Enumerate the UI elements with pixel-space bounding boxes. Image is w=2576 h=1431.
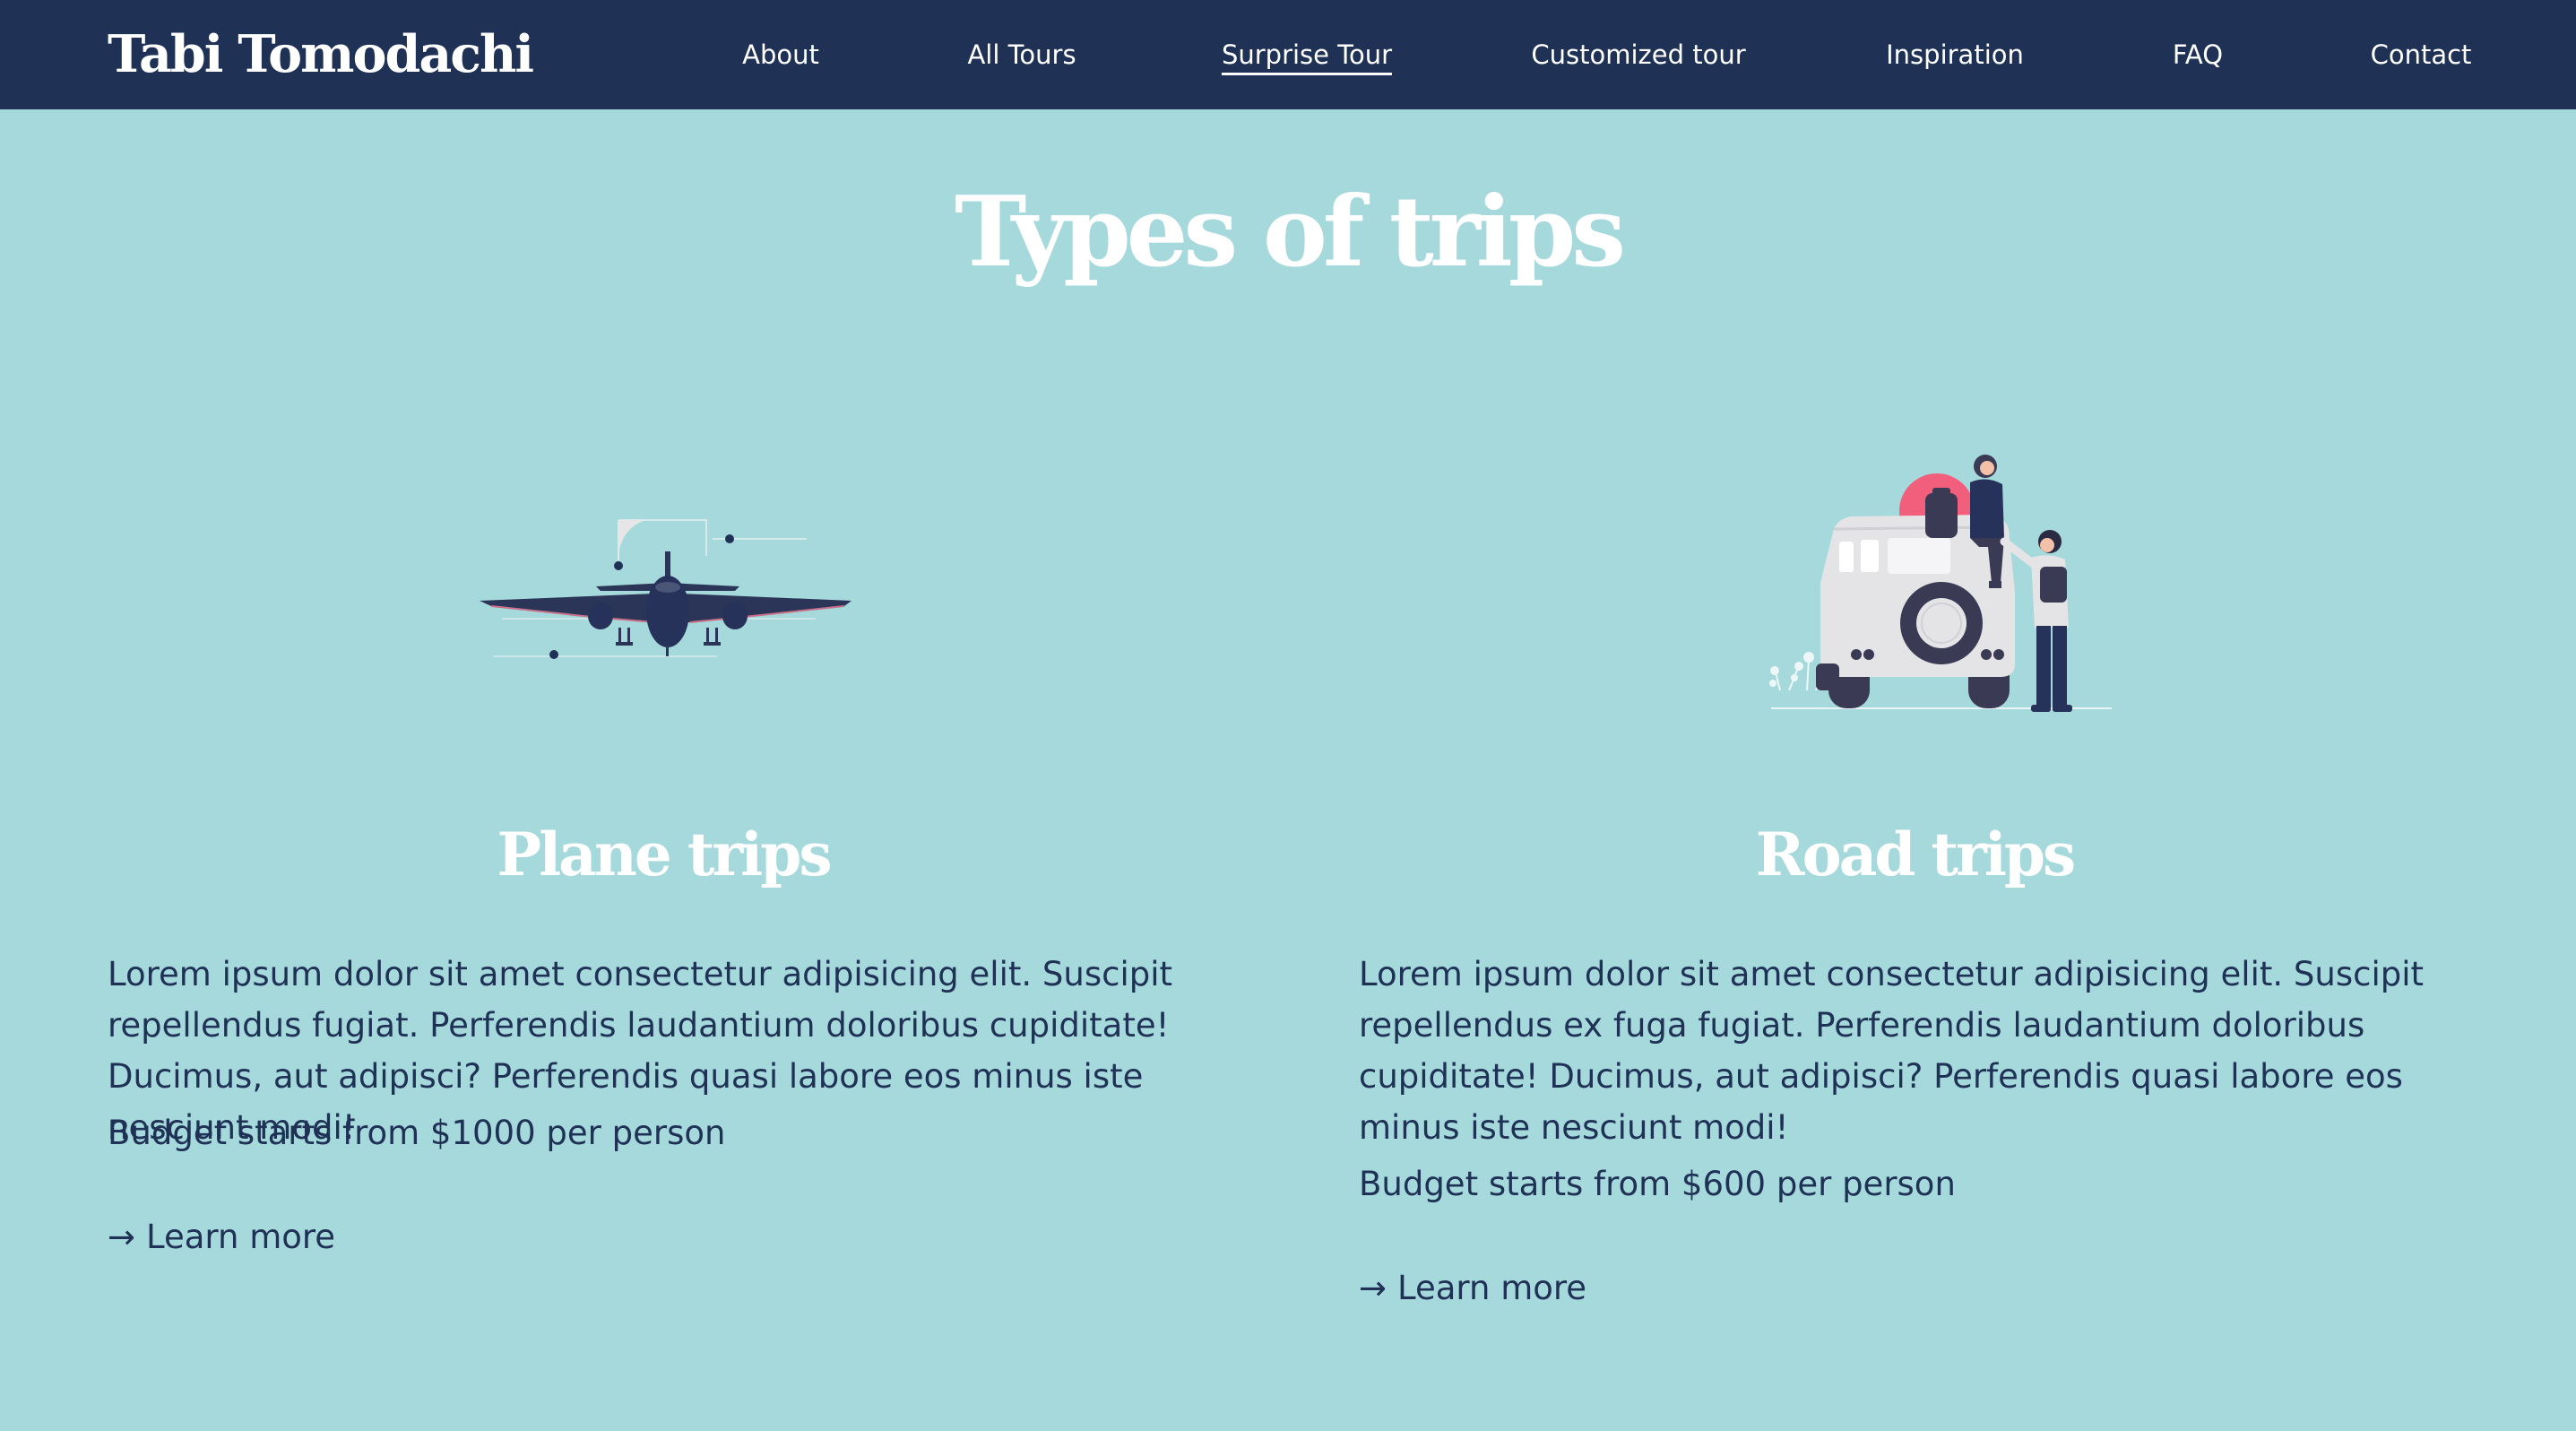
navbar: Tabi Tomodachi About All Tours Surprise … — [0, 0, 2576, 109]
nav-link-all-tours[interactable]: All Tours — [967, 0, 1076, 109]
learn-more-link[interactable]: → Learn more — [1359, 1262, 1586, 1314]
brand-logo[interactable]: Tabi Tomodachi — [108, 0, 534, 109]
page-title: Types of trips — [954, 176, 1626, 289]
arrow-right-icon: → — [1359, 1269, 1387, 1307]
learn-more-label: Learn more — [146, 1218, 336, 1256]
nav-link-about[interactable]: About — [742, 0, 819, 109]
card-title: Plane trips — [497, 820, 832, 889]
nav-link-inspiration[interactable]: Inspiration — [1886, 0, 2024, 109]
nav-link-surprise-tour[interactable]: Surprise Tour — [1221, 0, 1393, 109]
learn-more-label: Learn more — [1397, 1269, 1587, 1307]
nav-link-customized-tour[interactable]: Customized tour — [1531, 0, 1745, 109]
learn-more-link[interactable]: → Learn more — [108, 1211, 335, 1262]
road-trip-illustration — [1769, 455, 2112, 712]
nav-link-faq[interactable]: FAQ — [2173, 0, 2223, 109]
airplane-illustration — [480, 519, 851, 659]
card-budget: Budget starts from $600 per person — [1359, 1165, 1956, 1203]
card-budget: Budget starts from $1000 per person — [108, 1114, 726, 1152]
arrow-right-icon: → — [108, 1218, 136, 1256]
card-title: Road trips — [1755, 820, 2076, 889]
nav-link-contact[interactable]: Contact — [2371, 0, 2472, 109]
card-description: Lorem ipsum dolor sit amet consectetur a… — [1359, 955, 2425, 1147]
